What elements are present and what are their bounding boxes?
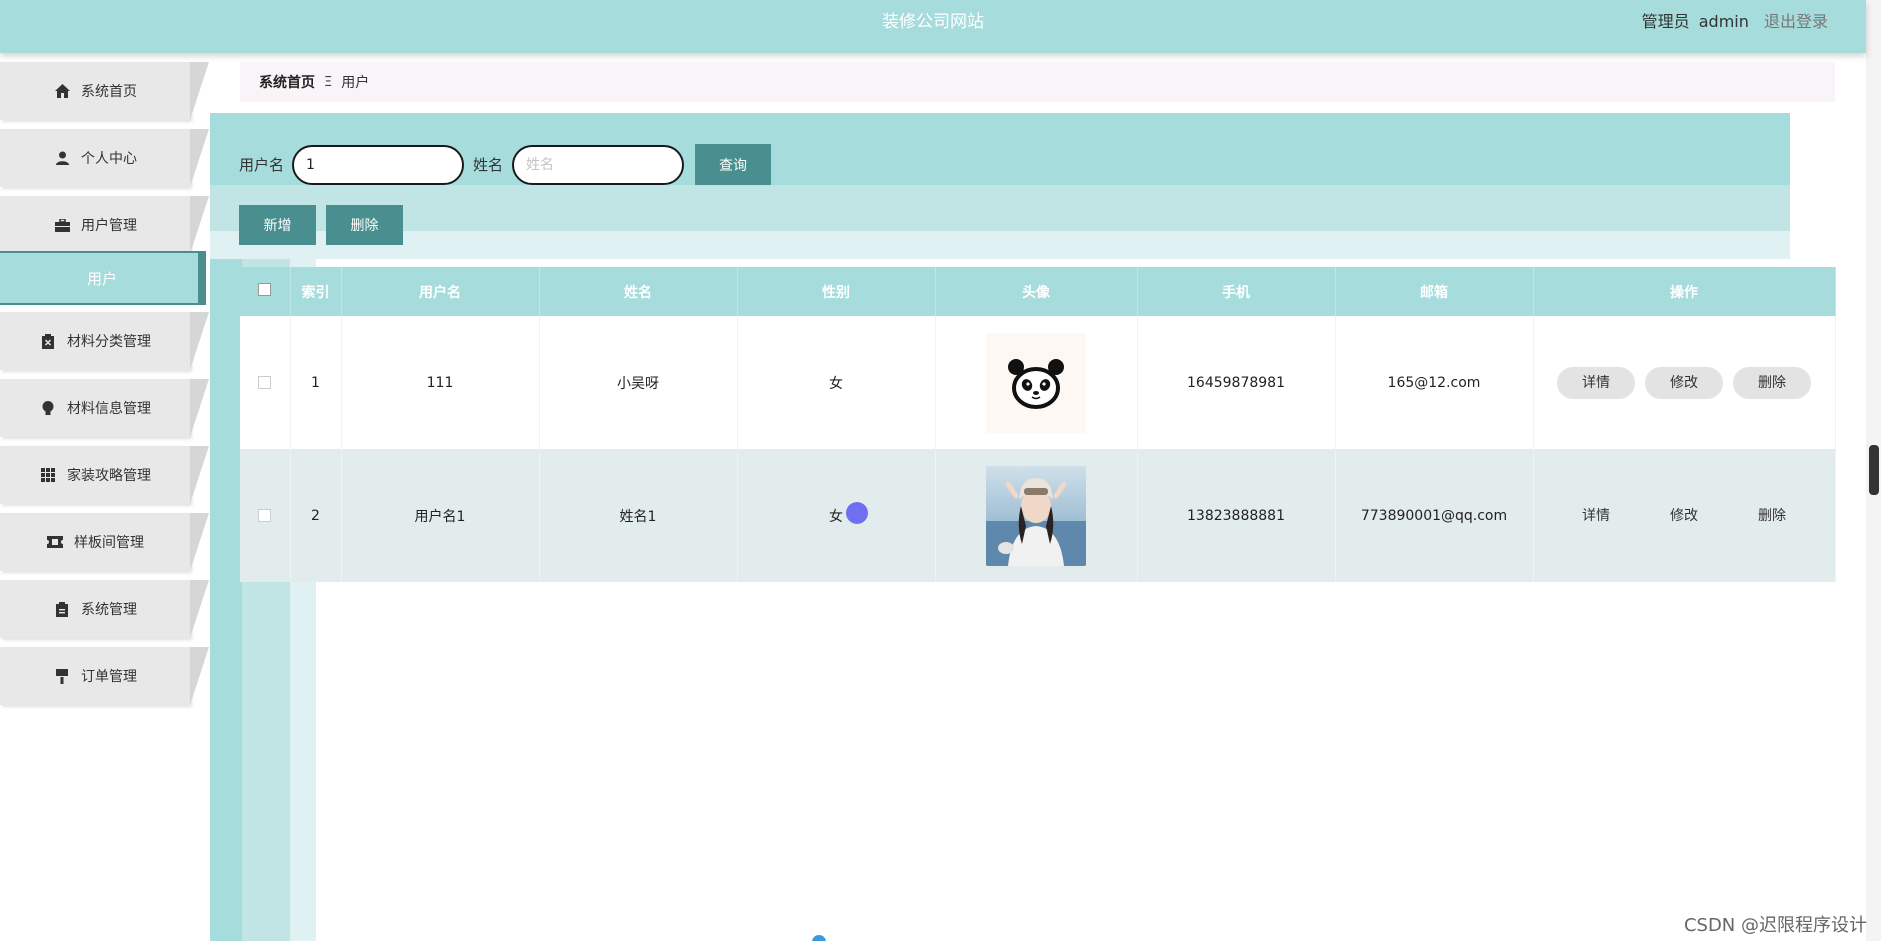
sidebar-item-label: 订单管理 xyxy=(81,669,137,685)
row-select-cell xyxy=(240,449,291,582)
clipboard-x-icon xyxy=(39,333,57,349)
phone-cell: 13823888881 xyxy=(1137,449,1336,582)
delete-button[interactable]: 删除 xyxy=(1733,500,1811,532)
home-icon xyxy=(53,84,71,98)
sidebar-item-showroom[interactable]: 样板间管理 xyxy=(0,513,209,571)
column-header: 头像 xyxy=(935,267,1138,316)
row-select-cell xyxy=(240,316,291,449)
name-cell: 姓名1 xyxy=(539,449,738,582)
edit-button[interactable]: 修改 xyxy=(1645,500,1723,532)
email-cell: 165@12.com xyxy=(1335,316,1534,449)
user-area: 管理员 admin 退出登录 xyxy=(1642,0,1828,44)
clipboard-icon xyxy=(53,601,71,617)
edit-button[interactable]: 修改 xyxy=(1645,366,1723,399)
breadcrumb-home[interactable]: 系统首页 xyxy=(259,72,315,92)
sidebar-subitem-label: 用户 xyxy=(86,269,117,288)
username-label: 用户名 xyxy=(239,156,285,174)
sidebar-item-profile[interactable]: 个人中心 xyxy=(0,129,209,187)
site-title: 装修公司网站 xyxy=(882,12,984,32)
sidebar-item-user-management[interactable]: 用户管理 xyxy=(0,196,209,254)
gender-cell: 女 xyxy=(737,449,936,582)
ticket-icon xyxy=(46,536,64,548)
column-header: 性别 xyxy=(737,267,936,316)
email-cell: 773890001@qq.com xyxy=(1335,449,1534,582)
name-label: 姓名 xyxy=(473,156,504,174)
page-scrollbar[interactable] xyxy=(1866,0,1881,941)
add-button[interactable]: 新增 xyxy=(239,205,316,245)
panel-stripe xyxy=(210,231,1790,259)
sidebar-item-decoration-guide[interactable]: 家装攻略管理 xyxy=(0,446,209,504)
brush-icon xyxy=(53,668,71,684)
breadcrumb-current: 用户 xyxy=(341,75,370,91)
sidebar-item-label: 材料信息管理 xyxy=(67,401,151,417)
breadcrumb: 系统首页 Ξ 用户 xyxy=(240,62,1835,102)
actions-cell: 详情 修改 删除 xyxy=(1533,316,1836,449)
photo-avatar xyxy=(986,465,1086,566)
sidebar-item-label: 个人中心 xyxy=(81,151,137,167)
sidebar-item-home[interactable]: 系统首页 xyxy=(0,62,209,120)
row-checkbox[interactable] xyxy=(258,376,272,389)
select-all-checkbox[interactable] xyxy=(258,283,272,296)
username-cell: 111 xyxy=(341,316,540,449)
user-role: 管理员 xyxy=(1641,12,1690,31)
top-header: 装修公司网站 管理员 admin 退出登录 xyxy=(0,0,1866,53)
sidebar-item-orders[interactable]: 订单管理 xyxy=(0,647,209,705)
bulb-icon xyxy=(39,400,57,416)
grid-icon xyxy=(39,468,57,482)
sidebar: 系统首页 个人中心 用户管理 用户 材料分类管理 材料信息管理 家装攻略管理 样… xyxy=(0,53,210,941)
avatar-cell xyxy=(935,449,1138,582)
person-icon xyxy=(53,151,71,165)
sidebar-item-system[interactable]: 系统管理 xyxy=(0,580,209,638)
user-name: admin xyxy=(1698,12,1749,31)
phone-cell: 16459878981 xyxy=(1137,316,1336,449)
logout-link[interactable]: 退出登录 xyxy=(1764,12,1828,31)
username-search-input[interactable] xyxy=(292,145,464,185)
sidebar-item-label: 用户管理 xyxy=(81,218,137,234)
watermark: CSDN @迟限程序设计 xyxy=(1683,915,1867,936)
briefcase-icon xyxy=(53,218,71,232)
index-cell: 2 xyxy=(290,449,342,582)
sidebar-item-label: 家装攻略管理 xyxy=(67,468,151,484)
query-button[interactable]: 查询 xyxy=(695,144,771,185)
column-header: 邮箱 xyxy=(1335,267,1534,316)
sidebar-subitem-user[interactable]: 用户 xyxy=(0,251,206,305)
table-row: 1 111 小吴呀 女 16459878981 165@12.com 详情 修改… xyxy=(240,316,1836,449)
table-row: 2 用户名1 姓名1 女 13823888881 773890001@qq.co… xyxy=(240,449,1836,582)
delete-button[interactable]: 删除 xyxy=(1733,366,1811,399)
sidebar-item-label: 样板间管理 xyxy=(74,535,144,551)
column-header: 手机 xyxy=(1137,267,1336,316)
gender-cell: 女 xyxy=(737,316,936,449)
table-header-row: 索引 用户名 姓名 性别 头像 手机 邮箱 操作 xyxy=(240,267,1836,316)
name-cell: 小吴呀 xyxy=(539,316,738,449)
sidebar-item-material-category[interactable]: 材料分类管理 xyxy=(0,312,209,370)
mouse-cursor-highlight xyxy=(846,502,868,524)
sidebar-item-label: 系统管理 xyxy=(81,602,137,618)
column-header: 用户名 xyxy=(341,267,540,316)
sidebar-item-material-info[interactable]: 材料信息管理 xyxy=(0,379,209,437)
name-search-input[interactable] xyxy=(512,145,684,185)
avatar-cell xyxy=(935,316,1138,449)
column-header: 姓名 xyxy=(539,267,738,316)
select-all-cell xyxy=(240,267,291,316)
sidebar-item-label: 系统首页 xyxy=(81,84,137,100)
user-table: 索引 用户名 姓名 性别 头像 手机 邮箱 操作 1 111 小吴呀 女 164… xyxy=(240,267,1836,582)
index-cell: 1 xyxy=(290,316,342,449)
column-header: 操作 xyxy=(1533,267,1836,316)
detail-button[interactable]: 详情 xyxy=(1557,366,1635,399)
username-cell: 用户名1 xyxy=(341,449,540,582)
detail-button[interactable]: 详情 xyxy=(1557,500,1635,532)
row-checkbox[interactable] xyxy=(258,509,272,522)
sidebar-item-label: 材料分类管理 xyxy=(67,334,151,350)
batch-delete-button[interactable]: 删除 xyxy=(326,205,403,245)
column-header: 索引 xyxy=(290,267,342,316)
scroll-indicator xyxy=(812,935,826,941)
page-scrollbar-thumb[interactable] xyxy=(1869,445,1879,495)
actions-cell: 详情 修改 删除 xyxy=(1533,449,1836,582)
breadcrumb-separator: Ξ xyxy=(324,74,333,90)
action-panel xyxy=(210,185,1790,231)
panda-avatar xyxy=(986,332,1086,433)
